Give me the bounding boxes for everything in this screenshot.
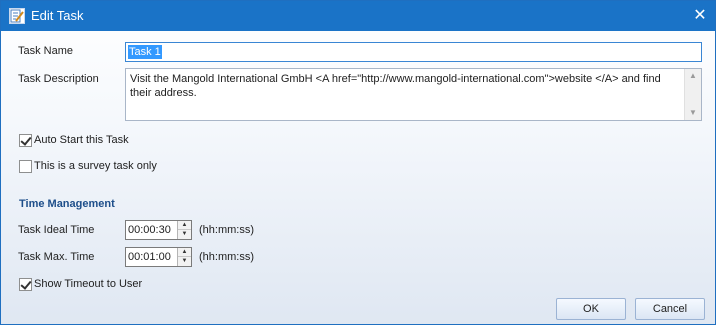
edit-task-dialog: Edit Task ✕ Task Name Task 1 Task Descri… — [0, 0, 716, 325]
scroll-up-icon[interactable]: ▲ — [685, 69, 701, 83]
ideal-time-label: Task Ideal Time — [18, 224, 95, 236]
max-time-unit: (hh:mm:ss) — [199, 251, 254, 263]
task-description-value: Visit the Mangold International GmbH <A … — [130, 73, 661, 99]
max-time-label: Task Max. Time — [18, 251, 95, 263]
auto-start-label[interactable]: Auto Start this Task — [34, 134, 129, 146]
increment-icon[interactable]: ▲ — [178, 221, 191, 230]
show-timeout-checkbox[interactable] — [19, 278, 32, 291]
increment-icon[interactable]: ▲ — [178, 248, 191, 257]
title-bar[interactable]: Edit Task ✕ — [1, 1, 715, 31]
window-title: Edit Task — [31, 8, 84, 23]
decrement-icon[interactable]: ▼ — [178, 257, 191, 266]
task-description-input[interactable]: Visit the Mangold International GmbH <A … — [125, 68, 702, 121]
max-time-value[interactable]: 00:01:00 — [128, 250, 171, 264]
close-icon[interactable]: ✕ — [685, 1, 715, 31]
max-time-spin-buttons[interactable]: ▲ ▼ — [177, 248, 191, 266]
edit-task-app-icon — [9, 8, 25, 24]
ideal-time-unit: (hh:mm:ss) — [199, 224, 254, 236]
task-name-label: Task Name — [18, 45, 74, 57]
task-name-value: Task 1 — [128, 45, 162, 59]
scroll-down-icon[interactable]: ▼ — [685, 106, 701, 120]
task-name-input[interactable]: Task 1 — [125, 42, 702, 62]
cancel-button[interactable]: Cancel — [635, 298, 705, 320]
max-time-stepper[interactable]: 00:01:00 ▲ ▼ — [125, 247, 192, 267]
ideal-time-value[interactable]: 00:00:30 — [128, 223, 171, 237]
ideal-time-spin-buttons[interactable]: ▲ ▼ — [177, 221, 191, 239]
ideal-time-stepper[interactable]: 00:00:30 ▲ ▼ — [125, 220, 192, 240]
survey-task-label[interactable]: This is a survey task only — [34, 160, 157, 172]
ok-button[interactable]: OK — [556, 298, 626, 320]
description-scrollbar[interactable]: ▲ ▼ — [684, 69, 701, 120]
survey-task-checkbox[interactable] — [19, 160, 32, 173]
auto-start-checkbox[interactable] — [19, 134, 32, 147]
show-timeout-label[interactable]: Show Timeout to User — [34, 278, 142, 290]
decrement-icon[interactable]: ▼ — [178, 230, 191, 239]
time-management-heading: Time Management — [19, 198, 115, 210]
task-description-label: Task Description — [18, 73, 99, 85]
